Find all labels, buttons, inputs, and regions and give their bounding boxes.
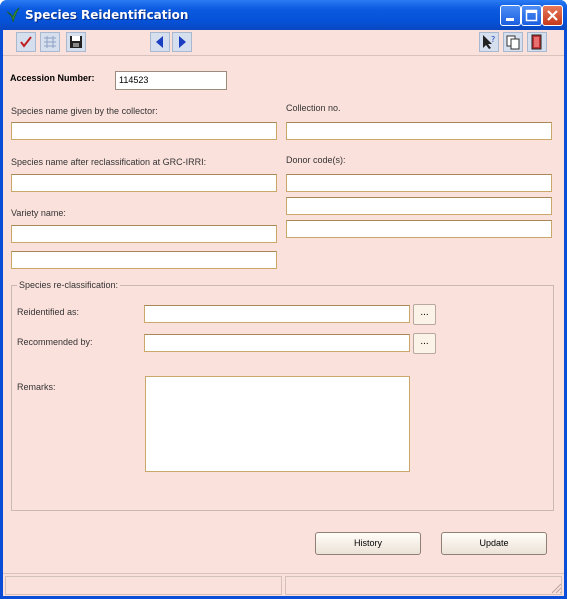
donor-code-input-1[interactable] bbox=[286, 174, 552, 192]
check-icon bbox=[20, 36, 32, 48]
reclass-species-input[interactable] bbox=[11, 174, 277, 192]
app-icon bbox=[6, 7, 20, 23]
update-button[interactable]: Update bbox=[441, 532, 547, 555]
reclassification-group-label: Species re-classification: bbox=[17, 280, 121, 290]
remarks-textarea[interactable] bbox=[145, 376, 410, 472]
maximize-icon bbox=[525, 9, 538, 22]
close-icon bbox=[547, 10, 558, 21]
reidentified-input[interactable] bbox=[144, 305, 410, 323]
recommended-browse-button[interactable]: ... bbox=[413, 333, 436, 354]
help-cursor-icon: ? bbox=[483, 35, 495, 49]
next-icon bbox=[179, 36, 186, 48]
svg-text:?: ? bbox=[491, 35, 495, 44]
remarks-label: Remarks: bbox=[17, 382, 56, 392]
status-pane-right bbox=[285, 576, 562, 595]
minimize-button[interactable] bbox=[500, 5, 521, 26]
donor-code-input-2[interactable] bbox=[286, 197, 552, 215]
variety-name-input-2[interactable] bbox=[11, 251, 277, 269]
grid-button[interactable] bbox=[40, 32, 60, 52]
donor-code-label: Donor code(s): bbox=[286, 155, 346, 165]
reclass-name-label: Species name after reclassification at G… bbox=[11, 157, 207, 167]
variety-name-input-1[interactable] bbox=[11, 225, 277, 243]
copy-button[interactable] bbox=[503, 32, 523, 52]
collection-no-input[interactable] bbox=[286, 122, 552, 140]
collector-name-label: Species name given by the collector: bbox=[11, 106, 158, 116]
close-button[interactable] bbox=[542, 5, 563, 26]
exit-icon bbox=[531, 34, 542, 50]
accession-number-input[interactable]: 114523 bbox=[115, 71, 227, 90]
help-cursor-button[interactable]: ? bbox=[479, 32, 499, 52]
next-record-button[interactable] bbox=[172, 32, 192, 52]
exit-button[interactable] bbox=[527, 32, 547, 52]
recommended-input[interactable] bbox=[144, 334, 410, 352]
minimize-icon bbox=[506, 18, 514, 21]
reidentified-browse-button[interactable]: ... bbox=[413, 304, 436, 325]
grid-icon bbox=[44, 36, 56, 48]
recommended-label: Recommended by: bbox=[17, 337, 93, 347]
save-icon bbox=[70, 36, 82, 48]
resize-grip-icon[interactable] bbox=[550, 582, 562, 594]
client-area: ? Accession Number: 114523 Species name … bbox=[3, 30, 564, 596]
collector-species-input[interactable] bbox=[11, 122, 277, 140]
toolbar: ? bbox=[3, 30, 564, 56]
title-bar[interactable]: Species Reidentification bbox=[0, 0, 567, 30]
save-button[interactable] bbox=[66, 32, 86, 52]
copy-icon bbox=[506, 35, 520, 50]
previous-record-button[interactable] bbox=[150, 32, 170, 52]
accession-label: Accession Number: bbox=[10, 73, 95, 83]
reidentified-label: Reidentified as: bbox=[17, 307, 80, 317]
check-button[interactable] bbox=[16, 32, 36, 52]
window-title: Species Reidentification bbox=[25, 8, 189, 22]
status-pane-left bbox=[5, 576, 282, 595]
history-button[interactable]: History bbox=[315, 532, 421, 555]
variety-name-label: Variety name: bbox=[11, 208, 66, 218]
maximize-button[interactable] bbox=[521, 5, 542, 26]
collection-no-label: Collection no. bbox=[286, 103, 341, 113]
app-window: Species Reidentification ? Accession Num… bbox=[0, 0, 567, 599]
prev-icon bbox=[156, 36, 163, 48]
donor-code-input-3[interactable] bbox=[286, 220, 552, 238]
status-bar bbox=[3, 573, 564, 596]
